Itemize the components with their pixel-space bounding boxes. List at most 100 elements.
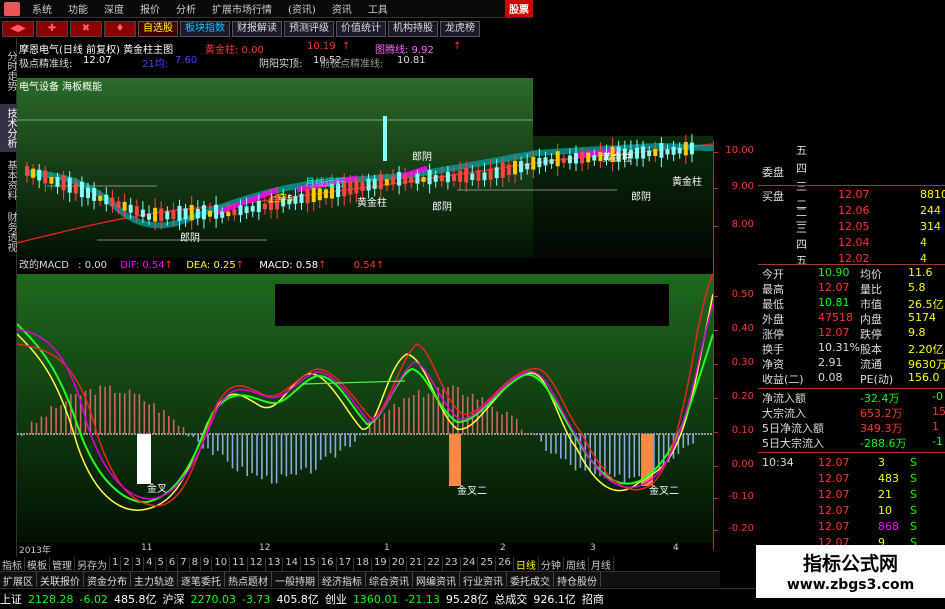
tab-intraday[interactable]: 分时走势 (0, 42, 16, 100)
period-item[interactable]: 月线 (589, 557, 614, 572)
histogram-bar (319, 434, 322, 460)
menu-quote[interactable]: 报价 (132, 1, 168, 16)
period-item[interactable]: 21 (407, 557, 426, 571)
histogram-bar (413, 395, 415, 434)
stat-label-2: 均价 (860, 268, 882, 281)
sell-level: 三 (796, 180, 807, 193)
candle-body (415, 173, 420, 184)
period-item[interactable]: 3 (133, 557, 145, 571)
menu-info[interactable]: 资讯 (324, 1, 360, 16)
period-item[interactable]: 11 (230, 557, 248, 571)
period-item[interactable]: 管理 (50, 557, 75, 572)
period-item[interactable]: 10 (212, 557, 231, 571)
period-item[interactable]: 20 (390, 557, 408, 571)
histogram-bar (25, 432, 28, 434)
bottom-tab[interactable]: 资金分布 (84, 572, 131, 588)
period-item[interactable]: 2 (121, 557, 133, 571)
period-item[interactable]: 模板 (25, 557, 50, 572)
macd-label: 改的MACD (19, 260, 69, 271)
period-item[interactable]: 8 (190, 557, 201, 571)
period-item[interactable]: 15 (301, 557, 319, 571)
bottom-tab[interactable]: 委托成交 (507, 572, 554, 588)
dragon-tiger-button[interactable]: 龙虎榜 (440, 20, 480, 37)
buy-price: 12.06 (838, 204, 870, 217)
period-item[interactable]: 4 (144, 557, 156, 571)
period-item[interactable]: 26 (496, 557, 514, 571)
period-item[interactable]: 7 (178, 557, 190, 571)
histogram-bar (702, 434, 704, 435)
histogram-bar (65, 401, 67, 434)
menu-info-alt[interactable]: (资讯) (280, 1, 324, 16)
period-item[interactable]: 13 (266, 557, 284, 571)
period-item[interactable]: 指标 (0, 557, 25, 572)
menu-system[interactable]: 系统 (24, 1, 60, 16)
bottom-tab[interactable]: 扩展区 (0, 572, 37, 588)
period-item[interactable]: 日线 (514, 557, 539, 572)
watchlist-button[interactable]: 自选股 (138, 20, 178, 37)
bottom-tab[interactable]: 热点题材 (225, 572, 272, 588)
period-item[interactable]: 另存为 (75, 557, 110, 572)
histogram-bar (226, 434, 229, 462)
sector-index-button[interactable]: 板块指数 (180, 20, 230, 37)
period-item[interactable]: 18 (354, 557, 372, 571)
bottom-tab[interactable]: 行业资讯 (460, 572, 507, 588)
period-item[interactable]: 16 (319, 557, 337, 571)
sh-value: 2128.28 (28, 592, 74, 606)
bottom-tab[interactable]: 一般持期 (272, 572, 319, 588)
stat-value-2: 5174 (908, 311, 936, 324)
bottom-tab[interactable]: 关联报价 (37, 572, 84, 588)
period-item[interactable]: 14 (283, 557, 302, 571)
bottom-tab[interactable]: 持仓股份 (554, 572, 601, 588)
menu-ext-market[interactable]: 扩展市场行情 (204, 1, 280, 16)
tab-technical[interactable]: 技术分析 (0, 104, 16, 152)
histogram-bar (305, 434, 307, 468)
report-button[interactable]: 财报解读 (232, 20, 282, 37)
period-item[interactable]: 24 (461, 557, 479, 571)
period-item[interactable]: 周线 (564, 557, 589, 572)
tab-profile[interactable]: 基本资料 (0, 156, 16, 204)
period-item[interactable]: 19 (372, 557, 390, 571)
add-button[interactable]: ✚ (36, 20, 68, 37)
buy-vol: 244 (920, 204, 941, 217)
period-item[interactable]: 17 (337, 557, 355, 571)
chart-title: 摩恩电气(日线 前复权) 黄金柱主图 (19, 45, 174, 56)
period-item[interactable]: 分钟 (539, 557, 564, 572)
label-yang-2: 郎阴 (180, 231, 200, 244)
menu-tools[interactable]: 工具 (360, 1, 396, 16)
nav-arrows-button[interactable]: ◀▶ (2, 20, 34, 37)
candle-body (122, 201, 127, 211)
bottom-tab[interactable]: 经济指标 (319, 572, 366, 588)
period-item[interactable]: 22 (425, 557, 443, 571)
period-item[interactable]: 6 (167, 557, 179, 571)
histogram-bar (515, 418, 518, 434)
bottom-tab[interactable]: 主力轨迹 (131, 572, 178, 588)
bottom-tab[interactable]: 逐笔委托 (178, 572, 225, 588)
histogram-bar (40, 416, 43, 434)
period-item[interactable]: 1 (110, 557, 122, 571)
delete-button[interactable]: ✖ (70, 20, 102, 37)
macd-chart[interactable]: 金叉 金叉二 金叉二 (17, 274, 713, 543)
period-item[interactable]: 9 (201, 557, 213, 571)
institution-button[interactable]: 机构持股 (388, 20, 438, 37)
menu-stock[interactable]: 股票 (505, 0, 533, 17)
histogram-bar (511, 415, 513, 434)
period-item[interactable]: 25 (478, 557, 497, 571)
menu-analysis[interactable]: 分析 (168, 1, 204, 16)
mark-button[interactable]: ♦ (104, 20, 136, 37)
candle-body (250, 205, 255, 212)
value-stat-button[interactable]: 价值统计 (336, 20, 386, 37)
forecast-button[interactable]: 预测评级 (284, 20, 334, 37)
bottom-tab[interactable]: 综合资讯 (366, 572, 413, 588)
menu-depth[interactable]: 深度 (96, 1, 132, 16)
candle-body (49, 176, 54, 184)
histogram-bar (393, 403, 395, 434)
candlestick-chart[interactable]: 郎阴 黄金柱 黄金柱 黄金柱 郎阴 郎阴 郎阴 上穿5 月线运行 电气设备 海板… (17, 78, 713, 258)
histogram-bar (99, 385, 101, 434)
bottom-tab[interactable]: 网编资讯 (413, 572, 460, 588)
period-item[interactable]: 12 (248, 557, 266, 571)
menu-function[interactable]: 功能 (60, 1, 96, 16)
period-item[interactable]: 23 (443, 557, 461, 571)
tab-finance[interactable]: 财务透视 (0, 208, 16, 256)
period-item[interactable]: 5 (156, 557, 167, 571)
bottom-tab-bar: 扩展区 关联报价 资金分布 主力轨迹 逐笔委托 热点题材 一般持期 经济指标 综合资讯 网编资讯行… (0, 571, 720, 588)
